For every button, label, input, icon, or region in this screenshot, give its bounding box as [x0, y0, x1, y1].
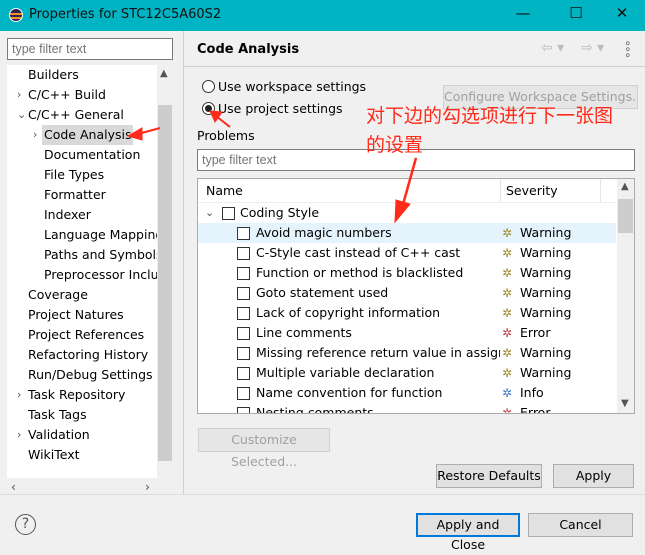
arrow-head — [394, 199, 411, 224]
arrow-head — [126, 127, 143, 141]
arrow-to-list — [400, 157, 418, 209]
annotation-arrows — [126, 110, 418, 224]
